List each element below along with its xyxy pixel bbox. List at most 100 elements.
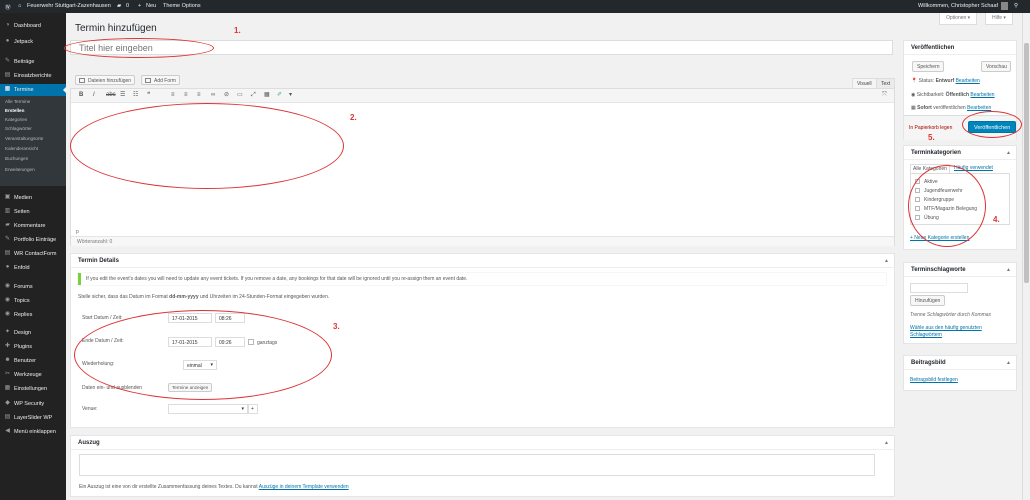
sidebar-item-benutzer[interactable]: ☻ Benutzer [0, 355, 66, 367]
sidebar-item-wp-security[interactable]: ◆ WP Security [0, 398, 66, 410]
featured-image-box: Beitragsbild ▲ Beitragsbild festlegen [903, 355, 1017, 391]
visibility-edit-link[interactable]: Bearbeiten [970, 92, 994, 98]
search-icon[interactable]: ⚲ [1014, 3, 1018, 9]
tag-input[interactable] [910, 283, 968, 293]
sidebar-item-wr-contactform[interactable]: ▤ WR ContactForm [0, 248, 66, 260]
toolbar-toggle-icon[interactable]: ▦ [264, 92, 270, 99]
sidebar-item-topics[interactable]: ◉ Topics [0, 295, 66, 307]
sidebar-item-jetpack[interactable]: ● Jetpack [0, 36, 66, 48]
distraction-free-icon[interactable]: ⤧ [882, 92, 887, 99]
unlink-icon[interactable]: ⊘ [224, 92, 229, 99]
sidebar-item-einstellungen[interactable]: ▦ Einstellungen [0, 383, 66, 395]
admin-bar: Ⓦ ⌂ Feuerwehr Stuttgart-Zazenhausen ▰ 0 … [0, 0, 1030, 13]
submenu-categories[interactable]: Kategorien [5, 117, 27, 122]
sidebar-item-dashboard[interactable]: ◑ Dashboard [0, 20, 66, 32]
sidebar-item-seiten[interactable]: ▥ Seiten [0, 206, 66, 218]
add-tag-button[interactable]: Hinzufügen [910, 295, 946, 306]
shortcode-icon[interactable]: ✐ [277, 92, 282, 99]
sidebar-item-beiträge[interactable]: ✎ Beiträge [0, 56, 66, 68]
site-name-link[interactable]: Feuerwehr Stuttgart-Zazenhausen [27, 3, 111, 9]
calendar-icon: ▦ [4, 86, 11, 92]
add-form-button[interactable]: Add Form [141, 75, 180, 85]
page-scrollbar[interactable] [1022, 13, 1030, 500]
sidebar-item-medien[interactable]: ▣ Medien [0, 192, 66, 204]
collapse-arrow-icon[interactable]: ▲ [884, 258, 889, 264]
add-media-button[interactable]: Dateien hinzufügen [75, 75, 136, 85]
plus-icon[interactable]: + [138, 3, 141, 9]
event-details-title[interactable]: Termin Details [71, 254, 894, 268]
blockquote-icon[interactable]: ❝ [147, 92, 150, 99]
sidebar-item-replies[interactable]: ◉ Replies [0, 309, 66, 321]
submenu-extensions[interactable]: Erweiterungen [5, 167, 35, 172]
annotation-ellipse-dates [74, 310, 332, 400]
publish-title[interactable]: Veröffentlichen [904, 41, 1016, 55]
collapse-arrow-icon[interactable]: ▲ [1006, 150, 1011, 156]
sidebar-item-menü-einklappen[interactable]: ◀ Menü einklappen [0, 426, 66, 438]
sidebar-item-kommentare[interactable]: ▰ Kommentare [0, 220, 66, 232]
excerpt-textarea[interactable] [79, 454, 875, 476]
collapse-arrow-icon[interactable]: ▲ [1006, 360, 1011, 366]
strikethrough-icon[interactable]: abc [106, 92, 116, 99]
submenu-venues[interactable]: Veranstaltungsorte [5, 136, 43, 141]
format-hint: Stelle sicher, dass das Datum im Format … [78, 294, 329, 300]
theme-options-link[interactable]: Theme Options [163, 3, 201, 9]
submenu-create[interactable]: Erstellen [5, 108, 24, 113]
avatar[interactable] [1001, 2, 1008, 10]
categories-title[interactable]: Terminkategorien [904, 146, 1016, 160]
set-featured-image-link[interactable]: Beitragsbild festlegen [910, 377, 958, 383]
align-right-icon[interactable]: ≡ [197, 92, 201, 99]
comments-icon[interactable]: ▰ [117, 3, 121, 9]
align-center-icon[interactable]: ≡ [184, 92, 188, 99]
venue-select[interactable]: ▾ [168, 404, 248, 414]
excerpt-link[interactable]: Auszüge in deinem Template verwenden [259, 484, 349, 490]
sidebar-item-forums[interactable]: ◉ Forums [0, 281, 66, 293]
venue-add-button[interactable]: + [248, 404, 258, 414]
sidebar-item-werkzeuge[interactable]: ✂ Werkzeuge [0, 369, 66, 381]
screen-options-button[interactable]: Optionen ▾ [939, 13, 978, 25]
sidebar-item-enfold[interactable]: ● Enfold [0, 262, 66, 274]
annotation-label-2: 2. [350, 113, 357, 122]
numbered-list-icon[interactable]: ☷ [133, 92, 138, 99]
sidebar-item-portfolio-einträge[interactable]: ✎ Portfolio Einträge [0, 234, 66, 246]
italic-icon[interactable]: I [93, 92, 95, 99]
shortcode-dropdown-icon[interactable]: ▾ [289, 92, 292, 99]
wordpress-logo-icon[interactable]: Ⓦ [5, 3, 11, 11]
collapse-arrow-icon[interactable]: ▲ [1006, 267, 1011, 273]
home-icon[interactable]: ⌂ [18, 3, 21, 9]
new-content-link[interactable]: Neu [146, 3, 156, 9]
comments-icon: ▰ [5, 222, 10, 228]
more-icon[interactable]: ▭ [237, 92, 243, 99]
fullscreen-icon[interactable]: ⤢ [251, 92, 256, 99]
save-draft-button[interactable]: Speichern [912, 61, 944, 72]
status-edit-link[interactable]: Bearbeiten [956, 78, 980, 84]
choose-tags-link[interactable]: Wähle aus den häufig genutzten Schlagwör… [910, 325, 1010, 339]
align-left-icon[interactable]: ≡ [171, 92, 175, 99]
collapse-arrow-icon[interactable]: ▲ [884, 440, 889, 446]
sidebar-item-einsatzberichte[interactable]: ▤ Einsatzberichte [0, 70, 66, 82]
submenu-bookings[interactable]: Buchungen [5, 156, 28, 161]
sidebar-item-design[interactable]: ✦ Design [0, 327, 66, 339]
submenu-tags[interactable]: Schlagwörter [5, 126, 32, 131]
account-greeting[interactable]: Willkommen, Christopher Schaaf [918, 3, 998, 9]
tab-visual[interactable]: Visuell [852, 78, 877, 88]
sidebar-item-layerslider-wp[interactable]: ▤ LayerSlider WP [0, 412, 66, 424]
link-icon[interactable]: ∞ [211, 92, 215, 99]
tags-title[interactable]: Terminschlagworte [904, 263, 1016, 277]
status-row: 📍 Status: Entwurf Bearbeiten [911, 78, 980, 84]
submenu-calendar[interactable]: Kalenderansicht [5, 146, 38, 151]
comments-count[interactable]: 0 [126, 3, 129, 9]
featured-image-title[interactable]: Beitragsbild [904, 356, 1016, 370]
preview-button[interactable]: Vorschau [981, 61, 1011, 72]
editor-path: p [76, 229, 79, 235]
sidebar-item-termine[interactable]: ▦ Termine [0, 84, 66, 96]
excerpt-title[interactable]: Auszug [71, 436, 894, 450]
sidebar-item-label: Topics [14, 298, 30, 304]
bold-icon[interactable]: B [79, 92, 83, 99]
help-button[interactable]: Hilfe ▾ [985, 13, 1013, 25]
tab-text[interactable]: Text [876, 78, 896, 88]
sidebar-item-plugins[interactable]: ✚ Plugins [0, 341, 66, 353]
scrollbar-thumb[interactable] [1024, 43, 1029, 283]
bullet-list-icon[interactable]: ☰ [120, 92, 125, 99]
trash-link[interactable]: In Papierkorb legen [909, 125, 952, 131]
submenu-all-events[interactable]: Alle Termine [5, 99, 30, 104]
